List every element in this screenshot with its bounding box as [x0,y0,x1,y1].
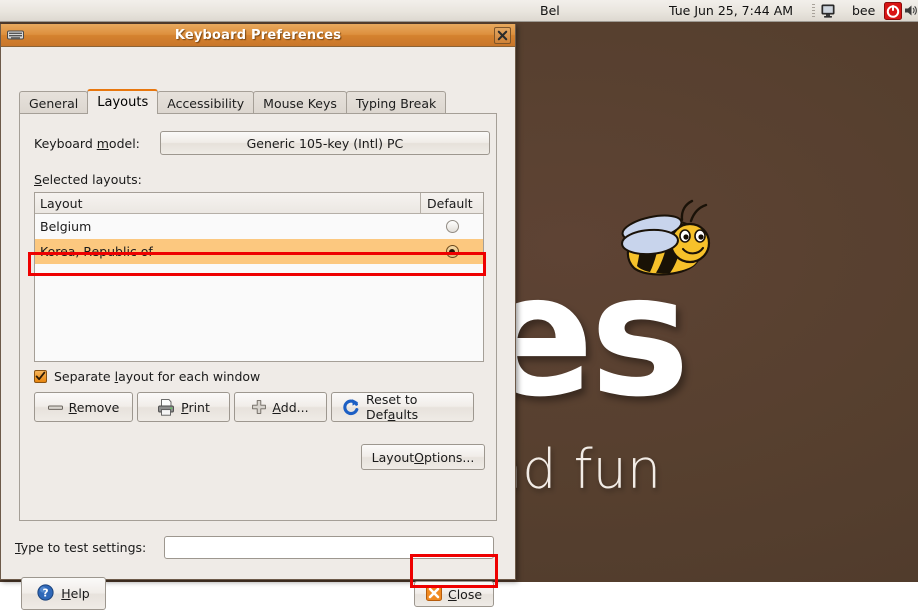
layout-name-cell: Korea, Republic of [40,244,153,259]
bee-icon [621,199,711,276]
close-button[interactable]: Close [414,581,494,607]
add-label: Add... [272,400,308,415]
help-label: Help [61,586,90,601]
minus-icon [47,403,63,412]
layout-options-button[interactable]: Layout Options... [361,444,485,470]
power-icon[interactable] [884,2,902,20]
type-to-test-row: Type to test settings: [15,536,495,559]
panel-username[interactable]: bee [852,3,875,18]
separate-layout-label-pre: Separate [54,369,115,384]
tab-accessibility[interactable]: Accessibility [157,91,255,114]
remove-button[interactable]: Remove [34,392,133,422]
layouts-tab-panel: Keyboard model: Generic 105-key (Intl) P… [19,113,497,521]
separate-layout-label-post: ayout for each window [118,369,261,384]
reset-to-defaults-button[interactable]: Reset to Defaults [331,392,474,422]
type-to-test-label-post: ype to test settings: [20,540,147,555]
tab-typing-break[interactable]: Typing Break [345,91,447,114]
panel-keyboard-layout-indicator[interactable]: Bel [540,3,560,18]
layout-default-cell[interactable] [421,245,483,258]
refresh-icon [342,398,360,416]
column-header-default-label: Default [427,195,473,211]
print-label: Print [181,400,210,415]
plus-icon [252,400,267,414]
selected-layouts-mnemonic: S [34,172,42,187]
panel-clock[interactable]: Tue Jun 25, 7:44 AM [669,3,793,18]
window-title: Keyboard Preferences [174,27,342,43]
add-label-post: dd... [280,399,309,415]
volume-icon[interactable] [903,3,917,18]
layout-options-label-pre: Layout [371,449,415,465]
help-label-post: elp [70,586,90,601]
close-label-mnemonic: C [447,586,457,602]
print-label-post: rint [188,399,210,415]
top-panel: Bel Tue Jun 25, 7:44 AM bee [0,0,918,22]
add-label-mnemonic: A [272,399,281,415]
selected-layouts-label-post: elected layouts: [41,172,142,187]
table-row[interactable]: Belgium [35,214,483,239]
remove-label-post: emove [76,399,120,415]
type-to-test-input[interactable] [164,536,495,559]
svg-text:?: ? [43,587,49,599]
add-button[interactable]: Add... [234,392,327,422]
window-titlebar[interactable]: Keyboard Preferences [1,24,515,47]
type-to-test-label: Type to test settings: [15,540,146,555]
default-radio-belgium[interactable] [445,220,459,233]
keyboard-model-label-post: odel: [108,135,140,151]
separate-layout-label: Separate layout for each window [54,369,260,384]
help-label-mnemonic: H [61,586,71,601]
reset-label: Reset to Defaults [366,392,463,422]
tab-layouts[interactable]: Layouts [87,89,159,114]
check-icon [35,371,46,381]
keyboard-model-label: Keyboard model: [34,136,140,151]
tab-general[interactable]: General [19,91,89,114]
tab-typing-break-label: Typing Break [355,95,437,111]
layout-name-cell: Belgium [40,219,92,234]
separate-layout-checkbox[interactable] [34,370,47,383]
layout-options-label-mnemonic: O [414,449,425,465]
close-label: Close [448,587,482,602]
layouts-list-header: Layout Default [35,193,483,214]
keyboard-preferences-window: Keyboard Preferences General Layouts Acc… [0,24,516,610]
keyboard-model-label-mnemonic: m [96,135,109,151]
tab-mouse-keys[interactable]: Mouse Keys [253,91,347,114]
remove-label: Remove [69,400,120,415]
close-label-post: lose [456,586,483,602]
window-body: General Layouts Accessibility Mouse Keys… [1,47,515,610]
monitor-icon[interactable] [820,3,836,19]
keyboard-model-row: Keyboard model: Generic 105-key (Intl) P… [34,131,490,155]
column-header-layout[interactable]: Layout [35,193,421,213]
close-icon [497,30,508,41]
tab-accessibility-label: Accessibility [167,95,245,111]
default-radio-korea[interactable] [445,245,459,258]
layout-default-cell[interactable] [421,220,483,233]
layout-action-buttons: Remove Print Add... Reset to Defaults [34,392,474,422]
tab-mouse-keys-label: Mouse Keys [263,95,337,111]
tab-general-label: General [29,95,79,111]
remove-label-mnemonic: R [68,399,77,415]
reset-label-post: ults [395,407,419,422]
separate-layout-checkbox-row[interactable]: Separate layout for each window [34,369,260,384]
column-header-layout-label: Layout [40,195,83,211]
layouts-list[interactable]: Layout Default Belgium Korea, Republic o… [34,192,484,362]
tab-strip: General Layouts Accessibility Mouse Keys… [19,89,447,114]
selected-layouts-label: Selected layouts: [34,172,142,187]
print-button[interactable]: Print [137,392,230,422]
tab-layouts-label: Layouts [97,95,149,110]
table-row[interactable]: Korea, Republic of [35,239,483,264]
close-x-icon [425,584,442,604]
keyboard-model-value: Generic 105-key (Intl) PC [246,135,404,151]
layout-options-label-post: ptions... [424,449,475,465]
printer-icon [157,398,175,416]
help-icon: ? [37,583,54,604]
keyboard-model-label-pre: Keyboard [34,135,97,151]
keyboard-icon [7,30,24,40]
panel-grip-handle[interactable] [812,4,815,18]
window-close-button[interactable] [494,27,511,44]
keyboard-model-button[interactable]: Generic 105-key (Intl) PC [159,131,490,155]
column-header-default[interactable]: Default [421,193,483,213]
